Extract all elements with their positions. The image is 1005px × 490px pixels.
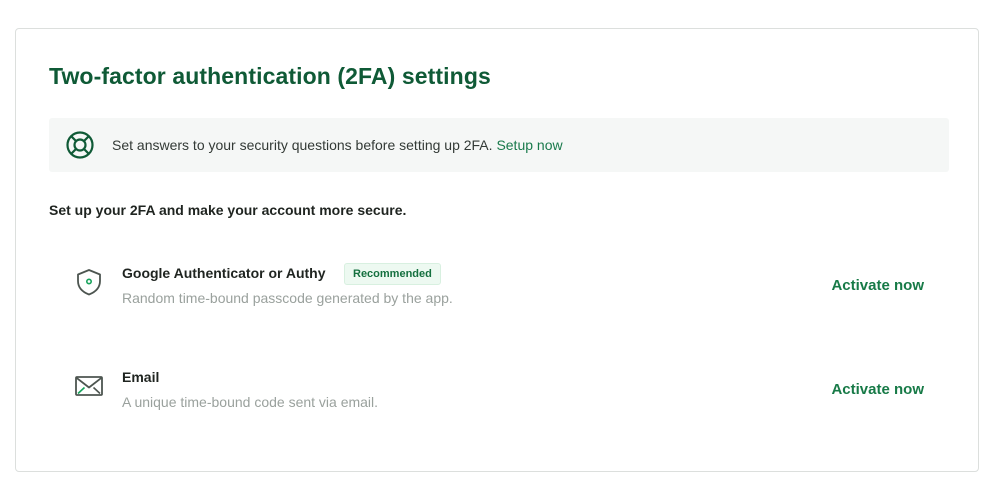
method-description-authenticator: Random time-bound passcode generated by …	[122, 290, 453, 306]
lifebuoy-icon	[65, 130, 95, 160]
notice-text: Set answers to your security questions b…	[112, 137, 493, 153]
notice-message: Set answers to your security questions b…	[112, 137, 563, 153]
two-factor-settings-card: Two-factor authentication (2FA) settings…	[15, 28, 979, 472]
shield-icon	[74, 267, 104, 297]
setup-intro-text: Set up your 2FA and make your account mo…	[49, 202, 407, 218]
setup-now-link[interactable]: Setup now	[496, 137, 562, 153]
envelope-icon	[74, 371, 104, 401]
method-name-authenticator: Google Authenticator or Authy	[122, 265, 326, 281]
method-name-email: Email	[122, 369, 160, 385]
activate-authenticator-button[interactable]: Activate now	[831, 277, 924, 294]
security-questions-notice: Set answers to your security questions b…	[49, 118, 949, 172]
recommended-badge: Recommended	[344, 263, 441, 285]
method-email: Email A unique time-bound code sent via …	[49, 359, 949, 419]
method-description-email: A unique time-bound code sent via email.	[122, 394, 379, 410]
page-title: Two-factor authentication (2FA) settings	[49, 63, 491, 89]
activate-email-button[interactable]: Activate now	[831, 381, 924, 398]
method-authenticator-app: Google Authenticator or Authy Recommende…	[49, 255, 949, 315]
